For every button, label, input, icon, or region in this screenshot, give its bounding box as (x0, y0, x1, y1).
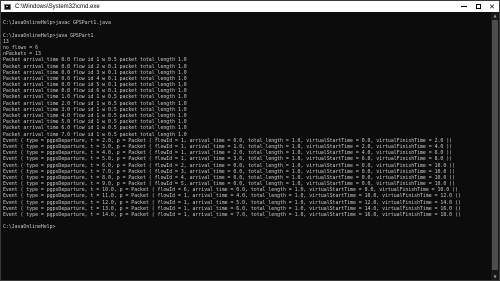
console-line: Event ( type = pgpsDeparture, t = 6.0, p… (3, 162, 456, 169)
console-line: Event ( type = pgpsDeparture, t = 11.0, … (3, 193, 461, 200)
console-line: C:\JavaOnlineHelp> (3, 224, 56, 231)
minimize-button[interactable] (457, 1, 471, 12)
close-button[interactable]: ✕ (485, 1, 499, 12)
console-line: Event ( type = pgpsDeparture, t = 7.0, p… (3, 168, 456, 175)
maximize-button[interactable] (471, 1, 485, 12)
cmd-window: C:\Windows\System32\cmd.exe ✕ C:\JavaOnl… (0, 0, 500, 281)
cmd-app-icon[interactable] (4, 3, 11, 10)
scroll-up-arrow-icon[interactable]: ▲ (491, 12, 499, 19)
console-line: Event ( type = pgpsDeparture, t = 14.0, … (3, 212, 461, 218)
console-line: Event ( type = pgpsDeparture, t = 5.0, p… (3, 156, 453, 163)
scroll-down-arrow-icon[interactable]: ▼ (491, 273, 499, 280)
window-title: C:\Windows\System32\cmd.exe (15, 3, 100, 10)
scroll-thumb[interactable] (492, 20, 498, 270)
console-output[interactable]: C:\JavaOnlineHelp>javac GPSPart1.java C:\… (1, 12, 491, 280)
console-line: Event ( type = pgpsDeparture, t = 12.0, … (3, 199, 461, 206)
vertical-scrollbar[interactable]: ▲ ▼ (491, 12, 499, 280)
title-bar[interactable]: C:\Windows\System32\cmd.exe ✕ (1, 1, 499, 12)
window-controls: ✕ (457, 1, 499, 12)
